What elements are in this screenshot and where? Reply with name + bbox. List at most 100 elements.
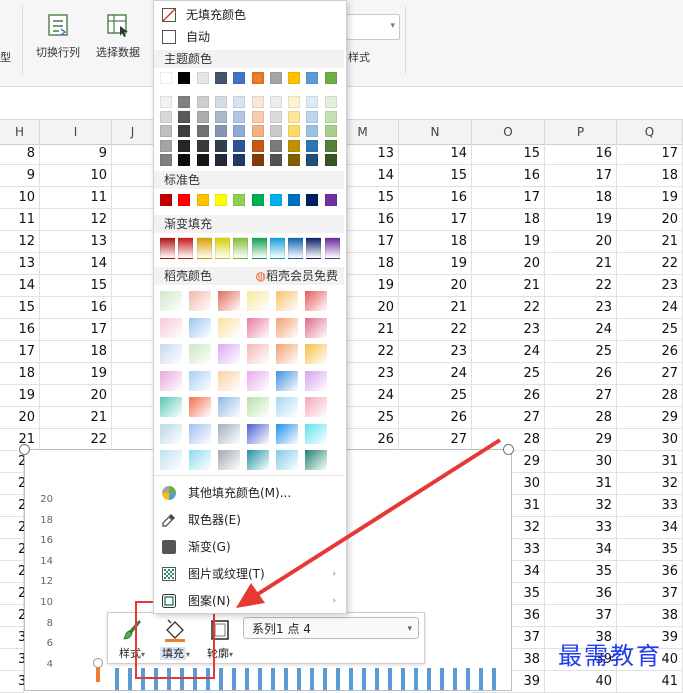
table-cell[interactable]: 2 bbox=[0, 561, 26, 583]
theme-shade-swatch[interactable] bbox=[233, 125, 246, 137]
theme-shade-swatch[interactable] bbox=[269, 139, 282, 152]
table-cell[interactable]: 22 bbox=[472, 297, 545, 319]
theme-color-swatch[interactable] bbox=[233, 72, 246, 84]
column-header-q[interactable]: Q bbox=[617, 120, 683, 144]
table-cell[interactable]: 33 bbox=[617, 495, 683, 517]
table-cell[interactable]: 10 bbox=[0, 187, 40, 209]
gradient-item[interactable]: 渐变(G) bbox=[154, 534, 344, 560]
table-cell[interactable]: 25 bbox=[617, 319, 683, 341]
daoke-color-swatch[interactable] bbox=[305, 423, 327, 444]
table-cell[interactable]: 20 bbox=[399, 275, 472, 297]
table-cell[interactable]: 21 bbox=[617, 231, 683, 253]
table-cell[interactable]: 35 bbox=[617, 539, 683, 561]
chart-bar[interactable] bbox=[414, 668, 418, 690]
table-cell[interactable]: 21 bbox=[545, 253, 617, 275]
daoke-color-swatch[interactable] bbox=[276, 450, 298, 470]
theme-color-swatch[interactable] bbox=[269, 72, 282, 84]
theme-color-swatch[interactable] bbox=[196, 72, 209, 84]
daoke-color-swatch[interactable] bbox=[160, 344, 182, 364]
theme-shade-swatch[interactable] bbox=[160, 96, 172, 108]
theme-shade-swatch[interactable] bbox=[306, 154, 319, 166]
table-cell[interactable] bbox=[112, 341, 154, 363]
table-cell[interactable]: 36 bbox=[617, 561, 683, 583]
daoke-color-swatch[interactable] bbox=[247, 370, 269, 391]
standard-color-swatch[interactable] bbox=[178, 194, 191, 206]
theme-shade-swatch[interactable] bbox=[288, 154, 301, 166]
chart-bar[interactable] bbox=[479, 668, 483, 690]
table-cell[interactable] bbox=[112, 253, 154, 275]
table-cell[interactable]: 27 bbox=[545, 385, 617, 407]
table-cell[interactable]: 13 bbox=[0, 253, 40, 275]
theme-shade-swatch[interactable] bbox=[160, 110, 172, 123]
table-cell[interactable]: 21 bbox=[40, 407, 112, 429]
theme-shade-swatch[interactable] bbox=[196, 110, 209, 123]
table-cell[interactable] bbox=[112, 385, 154, 407]
table-cell[interactable]: 20 bbox=[0, 407, 40, 429]
table-cell[interactable]: 20 bbox=[472, 253, 545, 275]
theme-shade-swatch[interactable] bbox=[233, 139, 246, 152]
standard-color-swatch[interactable] bbox=[196, 194, 209, 206]
theme-shade-swatch[interactable] bbox=[306, 96, 319, 108]
daoke-color-swatch[interactable] bbox=[160, 397, 182, 417]
daoke-color-swatch[interactable] bbox=[160, 423, 182, 444]
table-cell[interactable]: 15 bbox=[0, 297, 40, 319]
table-cell[interactable]: 24 bbox=[472, 341, 545, 363]
daoke-color-swatch[interactable] bbox=[218, 291, 240, 311]
gradient-fill-swatch[interactable] bbox=[233, 237, 249, 259]
table-cell[interactable]: 20 bbox=[617, 209, 683, 231]
table-cell[interactable]: 18 bbox=[40, 341, 112, 363]
table-cell[interactable]: 24 bbox=[545, 319, 617, 341]
daoke-color-swatch[interactable] bbox=[276, 423, 298, 444]
daoke-color-swatch[interactable] bbox=[247, 291, 269, 311]
theme-shade-swatch[interactable] bbox=[196, 154, 209, 166]
table-cell[interactable]: 13 bbox=[40, 231, 112, 253]
daoke-color-swatch[interactable] bbox=[247, 344, 269, 364]
table-cell[interactable]: 29 bbox=[545, 429, 617, 451]
table-cell[interactable]: 25 bbox=[472, 363, 545, 385]
table-cell[interactable]: 2 bbox=[0, 495, 26, 517]
daoke-color-swatch[interactable] bbox=[189, 344, 211, 364]
gradient-fill-swatch[interactable] bbox=[214, 237, 230, 259]
table-cell[interactable]: 16 bbox=[472, 165, 545, 187]
table-cell[interactable]: 9 bbox=[40, 143, 112, 165]
column-header-p[interactable]: P bbox=[545, 120, 617, 144]
standard-color-swatch[interactable] bbox=[160, 194, 172, 206]
table-cell[interactable] bbox=[112, 143, 154, 165]
table-cell[interactable]: 26 bbox=[617, 341, 683, 363]
daoke-color-swatch[interactable] bbox=[305, 344, 327, 364]
theme-shade-swatch[interactable] bbox=[178, 110, 191, 123]
theme-shade-swatch[interactable] bbox=[269, 154, 282, 166]
table-cell[interactable]: 23 bbox=[399, 341, 472, 363]
member-free-badge[interactable]: ◍稻壳会员免费 bbox=[256, 267, 339, 285]
theme-color-swatch[interactable] bbox=[160, 72, 172, 84]
standard-color-swatch[interactable] bbox=[214, 194, 227, 206]
chart-bar[interactable] bbox=[453, 668, 457, 690]
table-cell[interactable] bbox=[112, 363, 154, 385]
chart-bar[interactable] bbox=[245, 668, 249, 690]
column-header-o[interactable]: O bbox=[472, 120, 545, 144]
table-cell[interactable]: 31 bbox=[545, 473, 617, 495]
table-cell[interactable]: 8 bbox=[0, 143, 40, 165]
table-cell[interactable]: 19 bbox=[0, 385, 40, 407]
chart-bar[interactable] bbox=[258, 668, 262, 690]
theme-color-swatch[interactable] bbox=[214, 72, 227, 84]
picture-texture-item[interactable]: 图片或纹理(T) › bbox=[154, 561, 344, 587]
pattern-item[interactable]: 图案(N) › bbox=[154, 588, 344, 614]
no-fill-option[interactable]: 无填充颜色 bbox=[154, 4, 346, 26]
theme-shade-swatch[interactable] bbox=[288, 139, 301, 152]
data-point-handle[interactable] bbox=[93, 658, 103, 668]
table-cell[interactable]: 9 bbox=[0, 165, 40, 187]
table-cell[interactable] bbox=[112, 429, 154, 451]
table-cell[interactable]: 2 bbox=[0, 473, 26, 495]
daoke-color-swatch[interactable] bbox=[160, 317, 182, 338]
column-header-h[interactable]: H bbox=[0, 120, 40, 144]
theme-shade-swatch[interactable] bbox=[160, 125, 172, 137]
gradient-fill-swatch[interactable] bbox=[306, 237, 322, 259]
theme-shade-swatch[interactable] bbox=[324, 125, 337, 137]
chart-bar[interactable] bbox=[362, 668, 366, 690]
daoke-color-swatch[interactable] bbox=[305, 370, 327, 391]
table-cell[interactable]: 16 bbox=[40, 297, 112, 319]
theme-color-swatch[interactable] bbox=[288, 72, 301, 84]
table-cell[interactable]: 28 bbox=[617, 385, 683, 407]
table-cell[interactable]: 15 bbox=[472, 143, 545, 165]
